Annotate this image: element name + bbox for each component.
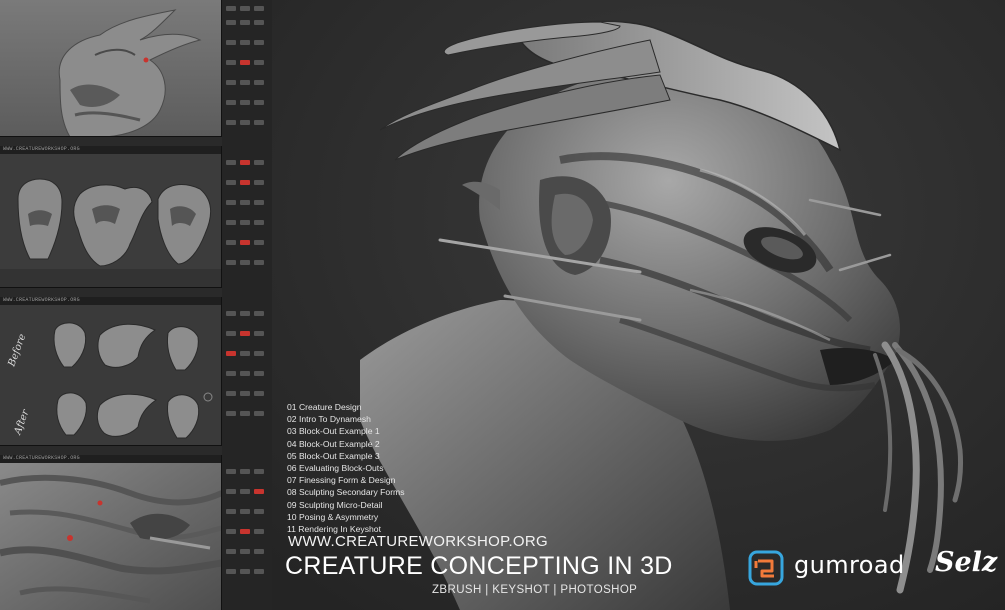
zbrush-tool-palette [221,297,272,455]
gumroad-logo-icon [748,550,784,586]
zbrush-brush-shelf [0,287,222,297]
sculpt-before-after-grid: Before After [0,305,222,446]
screenshot-url-label: WWW.CREATUREWORKSHOP.ORG [3,146,80,152]
software-list: ZBRUSH | KEYSHOT | PHOTOSHOP [432,584,638,596]
screenshot-url-label: WWW.CREATUREWORKSHOP.ORG [3,297,80,303]
chapter-item: 08 Sculpting Secondary Forms [287,487,405,498]
gumroad-wordmark: gumroad [794,551,905,579]
zbrush-tool-palette [221,455,272,610]
chapter-item: 05 Block-Out Example 3 [287,450,380,461]
zbrush-screenshot-three-views: WWW.CREATUREWORKSHOP.ORG [0,146,272,299]
chapter-item: 07 Finessing Form & Design [287,475,396,486]
sculpt-head-side-view [0,0,222,137]
zbrush-viewport [0,154,222,288]
zbrush-viewport [0,463,222,610]
zbrush-brush-shelf [0,445,222,455]
zbrush-screenshot-head-closeup [0,0,272,148]
chapter-item: 04 Block-Out Example 2 [287,438,380,449]
sculpt-three-views [0,154,222,288]
chapter-list: 01 Creature Design 02 Intro To Dynamesh … [287,401,405,535]
course-title: CREATURE CONCEPTING IN 3D [285,552,673,580]
zbrush-viewport: Before After [0,305,222,446]
screenshot-url-label: WWW.CREATUREWORKSHOP.ORG [3,455,80,461]
chapter-item: 09 Sculpting Micro-Detail [287,499,383,510]
selz-wordmark: Selz [935,547,998,578]
zbrush-screenshot-before-after: WWW.CREATUREWORKSHOP.ORG Before After [0,297,272,457]
chapter-item: 01 Creature Design [287,402,362,412]
chapter-item: 10 Posing & Asymmetry [287,511,379,522]
sculpt-detail-closeup [0,463,222,610]
zbrush-viewport [0,0,222,137]
zbrush-screenshot-detail-closeup: WWW.CREATUREWORKSHOP.ORG [0,455,272,610]
zbrush-brush-shelf [0,136,222,146]
chapter-item: 02 Intro To Dynamesh [287,414,371,425]
zbrush-tool-palette [221,146,272,297]
zbrush-tool-palette [221,0,272,146]
promo-banner: WWW.CREATUREWORKSHOP.ORG WWW.CREATUREWOR… [0,0,1005,610]
chapter-item: 03 Block-Out Example 1 [287,426,380,437]
website-url: WWW.CREATUREWORKSHOP.ORG [288,533,548,550]
chapter-item: 06 Evaluating Block-Outs [287,463,384,474]
